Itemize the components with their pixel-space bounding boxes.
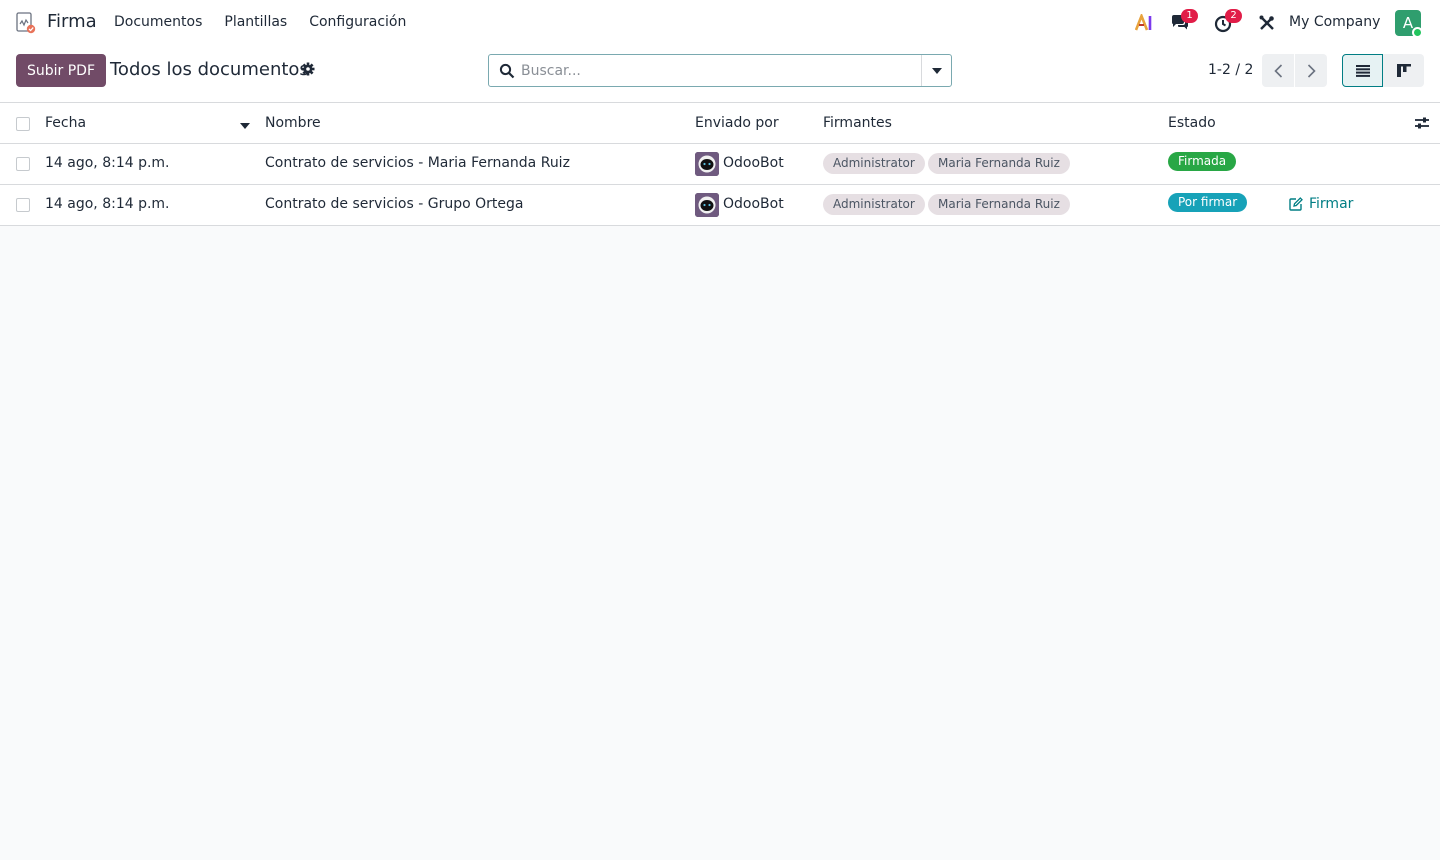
gear-icon[interactable] [301,62,315,76]
search-bar [488,54,952,87]
row-checkbox[interactable] [16,198,30,212]
list-view-icon [1355,64,1370,77]
documents-table: Fecha Nombre Enviado por Firmantes Estad… [0,103,1440,226]
table-header: Fecha Nombre Enviado por Firmantes Estad… [0,103,1440,144]
row-name: Contrato de servicios - Grupo Ortega [265,196,524,212]
chat-icon[interactable]: 1 [1169,9,1198,34]
breadcrumb: Todos los documentos [110,59,309,80]
control-panel: Subir PDF Todos los documentos 1-2 / 2 [0,46,1440,103]
chevron-right-icon [1307,63,1316,78]
select-all-checkbox[interactable] [16,117,30,131]
main-menu: Documentos Plantillas Configuración [114,14,428,30]
ai-icon[interactable] [1134,12,1156,34]
caret-down-icon [931,67,942,74]
messages-badge: 1 [1181,9,1198,23]
column-header-estado[interactable]: Estado [1168,115,1216,131]
app-name[interactable]: Firma [47,11,97,32]
upload-pdf-button[interactable]: Subir PDF [16,54,106,87]
top-navbar: Firma Documentos Plantillas Configuració… [0,0,1440,46]
company-switcher[interactable]: My Company [1289,14,1380,30]
sign-button-label: Firmar [1309,196,1354,212]
tools-icon[interactable] [1256,12,1278,34]
row-date: 14 ago, 8:14 p.m. [45,155,170,171]
table-row[interactable]: 14 ago, 8:14 p.m. Contrato de servicios … [0,185,1440,226]
search-options-toggle[interactable] [921,55,951,86]
sent-by-name: OdooBot [723,196,784,212]
list-view-button[interactable] [1342,54,1383,87]
activities-badge: 2 [1225,9,1242,23]
column-header-firmantes[interactable]: Firmantes [823,115,892,131]
row-name: Contrato de servicios - Maria Fernanda R… [265,155,570,171]
row-checkbox[interactable] [16,157,30,171]
signer-tag: Maria Fernanda Ruiz [928,153,1070,174]
table-row[interactable]: 14 ago, 8:14 p.m. Contrato de servicios … [0,144,1440,185]
signer-tag: Maria Fernanda Ruiz [928,194,1070,215]
kanban-view-button[interactable] [1383,54,1424,87]
kanban-view-icon [1396,64,1411,77]
pager-previous-button[interactable] [1262,54,1294,87]
pager-next-button[interactable] [1295,54,1327,87]
sort-desc-icon [240,123,250,129]
odoobot-avatar [695,193,719,217]
menu-item-documentos[interactable]: Documentos [114,14,202,30]
status-badge: Firmada [1168,152,1237,171]
sign-app-icon[interactable] [16,12,36,34]
sent-by-name: OdooBot [723,155,784,171]
clock-icon[interactable]: 2 [1213,9,1242,34]
menu-item-plantillas[interactable]: Plantillas [224,14,287,30]
signer-tag: Administrator [823,153,925,174]
menu-item-configuracion[interactable]: Configuración [309,14,406,30]
signer-tag: Administrator [823,194,925,215]
online-status-icon [1412,27,1423,38]
sliders-icon[interactable] [1414,116,1430,130]
column-header-fecha[interactable]: Fecha [45,115,86,131]
row-date: 14 ago, 8:14 p.m. [45,196,170,212]
status-badge: Por firmar [1168,193,1248,212]
column-header-enviado-por[interactable]: Enviado por [695,115,779,131]
chevron-left-icon [1273,63,1282,78]
column-header-nombre[interactable]: Nombre [265,115,321,131]
edit-icon [1289,197,1303,211]
sign-button[interactable]: Firmar [1289,196,1353,212]
pager-value[interactable]: 1-2 / 2 [1208,62,1253,78]
search-icon [499,63,515,79]
search-input[interactable] [521,61,901,81]
odoobot-avatar [695,152,719,176]
